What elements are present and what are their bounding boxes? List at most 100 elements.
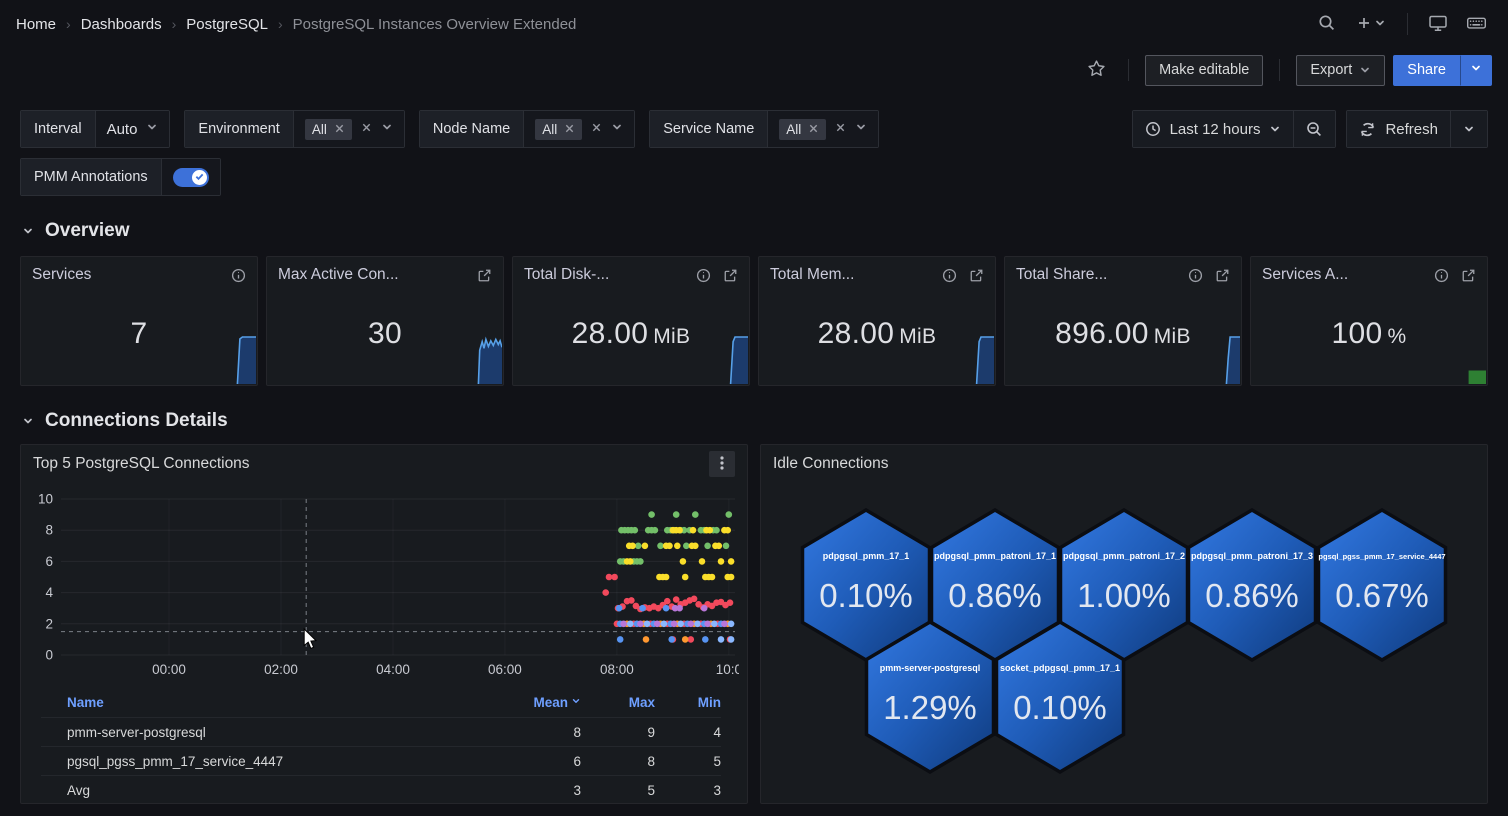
series-max: 9 [581,725,655,740]
stat-panel-title: Total Disk-... [524,266,686,284]
scatter-point [694,621,701,628]
hexagon-value: 1.29% [883,689,977,726]
hexagon-pgsql_pgss_pmm_17_service_4447[interactable]: pgsql_pgss_pmm_17_service_4447 0.67% [1318,510,1445,660]
kiosk-mode-button[interactable] [1422,8,1454,40]
chevron-down-icon [22,225,34,237]
zoom-out-button[interactable] [1293,111,1335,147]
hexagon-pdpgsql_pmm_patroni_17_3[interactable]: pdpgsql_pmm_patroni_17_30.86% [1189,510,1316,660]
section-connections-details[interactable]: Connections Details [0,410,1508,432]
hexagon-value: 0.67% [1335,577,1429,614]
share-button[interactable]: Share [1393,55,1460,86]
series-mean: 3 [491,783,581,798]
filter-chip-label: All [786,122,801,137]
export-button[interactable]: Export [1296,55,1385,86]
series-mean: 8 [491,725,581,740]
refresh-button[interactable]: Refresh [1347,111,1450,147]
filter-chip[interactable]: All [305,119,352,140]
chip-close[interactable] [808,122,819,137]
scatter-point [666,543,673,550]
filter-clear-button[interactable] [835,120,846,138]
filter-chip[interactable]: All [535,119,582,140]
stat-number: 30 [368,317,402,350]
scatter-point [652,527,659,534]
filter-control[interactable]: All [294,111,404,147]
idle-connections-panel: Idle Connections pdpgsql_pmm_17_10.10%pd… [760,444,1488,804]
scatter-point [627,621,634,628]
legend-header-min[interactable]: Min [655,695,721,710]
breadcrumb-item[interactable]: Home [16,16,56,33]
filter-clear-button[interactable] [591,120,602,138]
chip-close[interactable] [564,122,575,137]
breadcrumb-item[interactable]: PostgreSQL [186,16,268,33]
stat-panel-2: Total Disk-...28.00MiB [512,256,750,386]
scatter-point [632,527,639,534]
refresh-interval-dropdown[interactable] [1450,111,1487,147]
annotations-row: PMM Annotations [0,158,1508,196]
time-range-label: Last 12 hours [1170,121,1261,138]
filter-control[interactable]: All [768,111,878,147]
scatter-point [718,636,725,643]
filter-dropdown-caret[interactable] [381,120,393,138]
sparkline [1424,334,1486,384]
scatter-point [671,621,678,628]
clock-icon [1145,121,1161,137]
legend-header-max[interactable]: Max [581,695,655,710]
svg-text:8: 8 [45,523,53,538]
legend-header-name[interactable]: Name [67,695,491,710]
hexagon-value: 0.10% [819,577,913,614]
series-name[interactable]: pgsql_pgss_pmm_17_service_4447 [67,754,491,769]
series-name[interactable]: pmm-server-postgresql [67,725,491,740]
hexagon-service-name: pgsql_pgss_pmm_17_service_4447 [1318,552,1445,561]
scatter-point [721,621,728,628]
svg-text:10:0: 10:0 [716,662,739,677]
panel-menu-button[interactable] [709,451,735,477]
pmm-annotations-toggle[interactable] [173,168,209,187]
svg-text:10: 10 [38,492,53,507]
section-overview[interactable]: Overview [0,220,1508,242]
filter-dropdown-caret[interactable] [611,120,623,138]
legend-row: pgsql_pgss_pmm_17_service_4447685 [41,746,721,775]
filter-clear-button[interactable] [361,120,372,138]
variable-filters: IntervalAuto Environment All Node Name All Se… [20,110,879,148]
scatter-point [690,527,697,534]
scatter-point [663,605,670,612]
legend-header-mean[interactable]: Mean [491,695,581,710]
info-icon [1434,268,1449,283]
filter-dropdown-caret[interactable] [855,120,867,138]
legend-header-row: NameMeanMaxMin [41,688,721,717]
time-controls: Last 12 hours Refresh [1132,110,1488,148]
breadcrumb-item[interactable]: Dashboards [81,16,162,33]
stat-number: 100 [1332,317,1383,350]
stat-panel-5: Services A...100% [1250,256,1488,386]
series-name[interactable]: Avg [67,783,491,798]
connections-panels-row: Top 5 PostgreSQL Connections 024681000:0… [0,444,1508,804]
panel-title: Top 5 PostgreSQL Connections [33,455,250,473]
filter-label[interactable]: Interval [21,111,96,147]
filter-control[interactable]: All [524,111,634,147]
search-button[interactable] [1311,8,1343,40]
filter-label[interactable]: Environment [185,111,293,147]
filter-label[interactable]: Service Name [650,111,768,147]
filter-label[interactable]: Node Name [420,111,524,147]
refresh-group: Refresh [1346,110,1488,148]
chip-close[interactable] [334,122,345,137]
filter-chip[interactable]: All [779,119,826,140]
time-range-picker[interactable]: Last 12 hours [1133,111,1294,147]
hexagon-value: 0.86% [948,577,1042,614]
keyboard-shortcuts-button[interactable] [1460,8,1492,40]
series-mean: 6 [491,754,581,769]
make-editable-button[interactable]: Make editable [1145,55,1263,86]
star-button[interactable] [1080,54,1112,86]
scatter-point [628,597,635,604]
scatter-point [711,621,718,628]
filter-dropdown-caret[interactable] [146,120,158,138]
scatter-chart[interactable]: 024681000:0002:0004:0006:0008:0010:0 [21,483,747,688]
new-dropdown-button[interactable] [1349,8,1393,40]
filter-control[interactable]: Auto [96,111,170,147]
scatter-point [663,574,670,581]
close-icon [808,122,819,137]
share-dropdown-button[interactable] [1460,55,1492,86]
legend-row: pmm-server-postgresql894 [41,717,721,746]
hexagon-service-name: pdpgsql_pmm_patroni_17_1 [934,551,1056,561]
divider [1407,13,1408,35]
